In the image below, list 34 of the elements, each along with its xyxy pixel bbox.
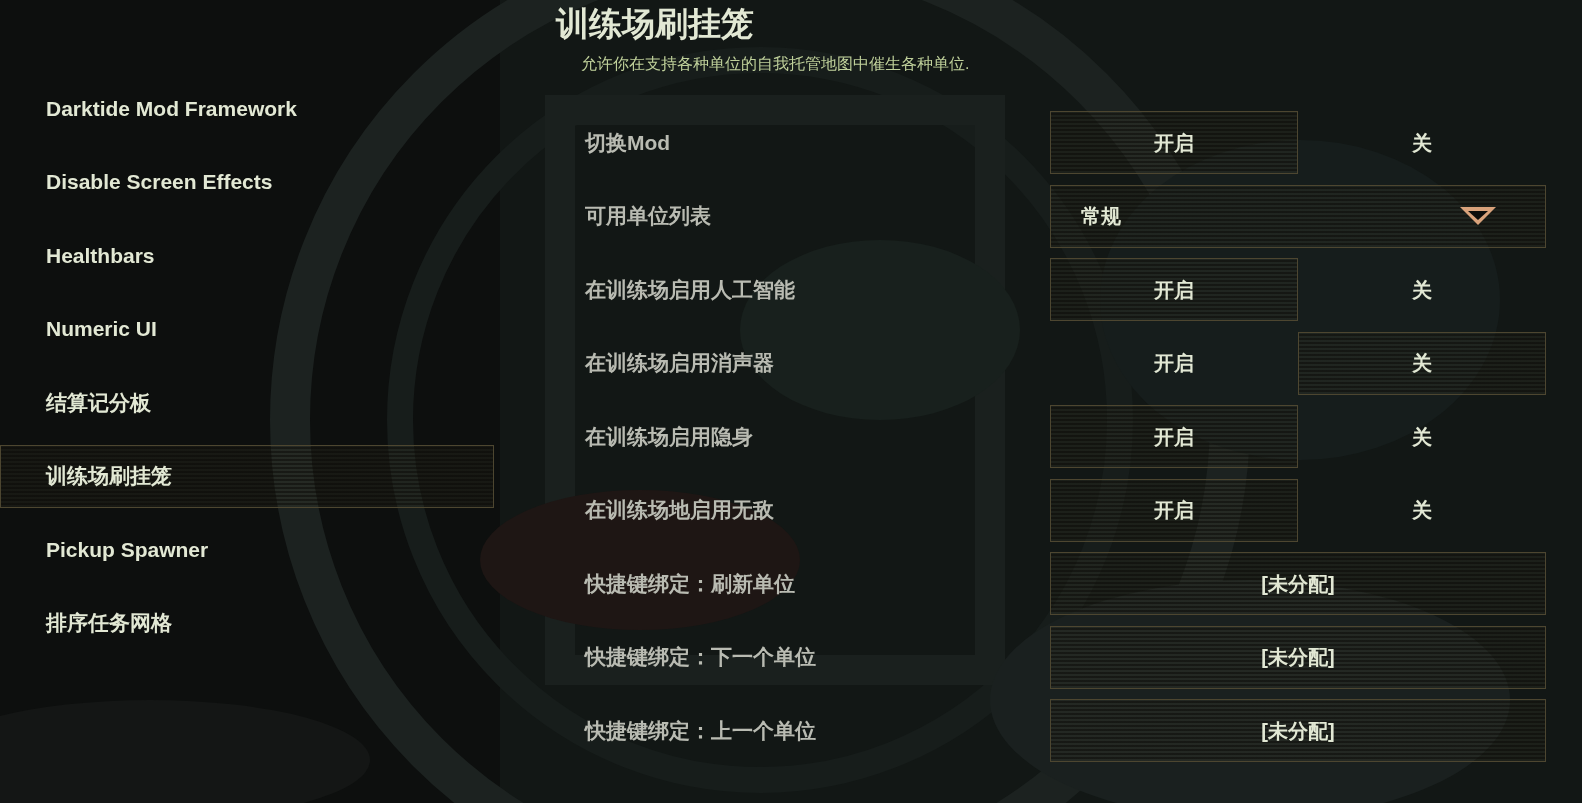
toggle-option[interactable]: 关 <box>1298 405 1546 468</box>
dropdown[interactable]: 常规 <box>1050 184 1546 248</box>
toggle-option[interactable]: 开启 <box>1050 405 1298 468</box>
toggle-option[interactable]: 开启 <box>1050 478 1298 542</box>
page-title: 训练场刷挂笼 <box>556 4 755 44</box>
setting-label: 在训练场启用人工智能 <box>585 276 796 303</box>
setting-label: 切换Mod <box>585 129 672 156</box>
setting-label: 快捷键绑定：刷新单位 <box>585 570 796 597</box>
toggle-option[interactable]: 关 <box>1298 478 1546 542</box>
keybind-button[interactable]: [未分配] <box>1050 552 1546 615</box>
setting-label: 快捷键绑定：上一个单位 <box>585 717 817 744</box>
sidebar-item[interactable]: 训练场刷挂笼 <box>0 444 494 508</box>
keybind-button[interactable]: [未分配] <box>1050 625 1546 689</box>
dropdown-caret-icon <box>1459 206 1497 226</box>
setting-label: 在训练场地启用无敌 <box>585 497 775 524</box>
keybind-button[interactable]: [未分配] <box>1050 699 1546 762</box>
sidebar-item[interactable]: Pickup Spawner <box>0 518 494 581</box>
toggle-option[interactable]: 开启 <box>1050 111 1298 174</box>
setting-label: 可用单位列表 <box>585 203 712 230</box>
toggle-option[interactable]: 关 <box>1298 111 1546 174</box>
setting-label: 快捷键绑定：下一个单位 <box>585 644 817 671</box>
sidebar-item[interactable]: Healthbars <box>0 224 494 287</box>
setting-label: 在训练场启用隐身 <box>585 423 754 450</box>
toggle-option[interactable]: 关 <box>1298 331 1546 395</box>
sidebar-item[interactable]: 排序任务网格 <box>0 591 494 655</box>
page-description: 允许你在支持各种单位的自我托管地图中催生各种单位. <box>581 54 971 74</box>
sidebar-item[interactable]: Darktide Mod Framework <box>0 77 494 140</box>
setting-label: 在训练场启用消声器 <box>585 350 775 377</box>
toggle-option[interactable]: 开启 <box>1050 258 1298 321</box>
toggle-option[interactable]: 开启 <box>1050 331 1298 395</box>
sidebar-item[interactable]: Numeric UI <box>0 297 494 361</box>
sidebar-item[interactable]: 结算记分板 <box>0 371 494 434</box>
toggle-option[interactable]: 关 <box>1298 258 1546 321</box>
sidebar-item[interactable]: Disable Screen Effects <box>0 150 494 214</box>
